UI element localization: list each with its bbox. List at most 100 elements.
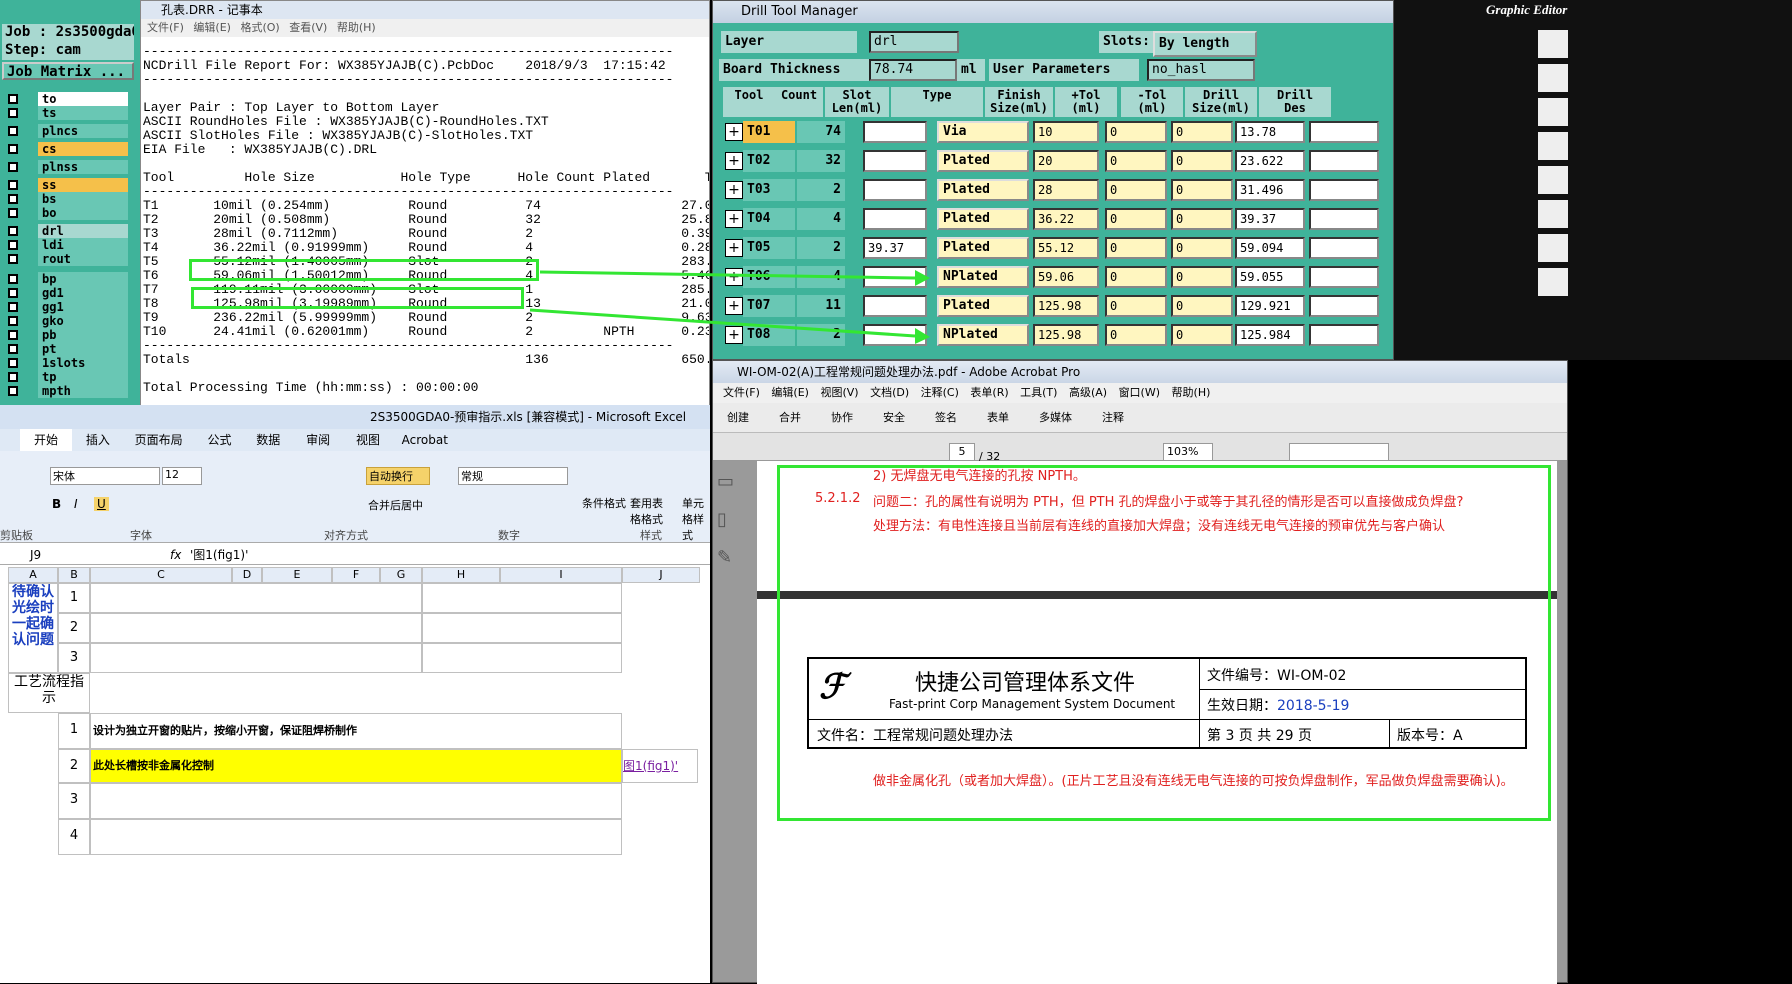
finish-size-input[interactable]: 59.06 xyxy=(1033,266,1099,288)
layer-row-pt[interactable]: pt xyxy=(6,342,128,356)
plus-tol-input[interactable]: 0 xyxy=(1105,208,1167,230)
drill-size-input[interactable]: 13.78 xyxy=(1235,121,1305,143)
type-select[interactable]: Plated xyxy=(937,150,1029,172)
layer-row-ss[interactable]: ss xyxy=(6,178,128,192)
expand-row-button[interactable]: + xyxy=(725,123,743,141)
tab-view[interactable]: 视图 xyxy=(345,429,391,451)
minus-tol-input[interactable]: 0 xyxy=(1171,150,1233,172)
layer-checkbox[interactable] xyxy=(8,316,18,326)
type-select[interactable]: NPlated xyxy=(937,324,1029,346)
tool-button-7[interactable] xyxy=(1538,234,1568,262)
tab-review[interactable]: 审阅 xyxy=(295,429,341,451)
layer-row-gd1[interactable]: gd1 xyxy=(6,286,128,300)
layer-row-plnss[interactable]: plnss xyxy=(6,160,128,174)
tool-button-3[interactable] xyxy=(1538,98,1568,126)
tool-button-1[interactable] xyxy=(1538,30,1568,58)
tool-button-8[interactable] xyxy=(1538,268,1568,296)
plus-tol-input[interactable]: 0 xyxy=(1105,179,1167,201)
name-box[interactable]: J9 xyxy=(30,545,41,565)
merge-center-button[interactable]: 合并后居中 xyxy=(368,497,423,513)
acrobat-menu-item[interactable]: 文档(D) xyxy=(870,386,909,399)
finish-size-input[interactable]: 36.22 xyxy=(1033,208,1099,230)
drill-size-input[interactable]: 129.921 xyxy=(1235,295,1305,317)
conditional-format-button[interactable]: 条件格式 xyxy=(582,495,626,511)
notepad-text-area[interactable]: ----------------------------------------… xyxy=(141,41,709,459)
formula-input[interactable]: '图1(fig1)' xyxy=(190,545,248,565)
tab-formulas[interactable]: 公式 xyxy=(197,429,241,451)
slot-len-input[interactable]: 39.37 xyxy=(863,237,927,259)
layer-row-plncs[interactable]: plncs xyxy=(6,124,128,138)
page-number-input[interactable]: 5 xyxy=(949,443,975,461)
type-select[interactable]: Plated xyxy=(937,295,1029,317)
drill-des-input[interactable] xyxy=(1309,150,1379,172)
layer-row-pb[interactable]: pb xyxy=(6,328,128,342)
acrobat-tool-button[interactable]: 多媒体 xyxy=(1039,411,1072,424)
layer-checkbox[interactable] xyxy=(8,108,18,118)
layer-row-bs[interactable]: bs xyxy=(6,192,128,206)
finish-size-input[interactable]: 10 xyxy=(1033,121,1099,143)
layer-row-bo[interactable]: bo xyxy=(6,206,128,220)
font-name-select[interactable]: 宋体 xyxy=(50,467,160,485)
plus-tol-input[interactable]: 0 xyxy=(1105,266,1167,288)
bold-button[interactable]: B xyxy=(52,497,61,511)
tool-button-5[interactable] xyxy=(1538,166,1568,194)
signatures-icon[interactable]: ✎ xyxy=(717,547,751,577)
minus-tol-input[interactable]: 0 xyxy=(1171,266,1233,288)
layer-checkbox[interactable] xyxy=(8,254,18,264)
finish-size-input[interactable]: 28 xyxy=(1033,179,1099,201)
drill-des-input[interactable] xyxy=(1309,324,1379,346)
type-select[interactable]: Via xyxy=(937,121,1029,143)
acrobat-tool-button[interactable]: 注释 xyxy=(1102,411,1124,424)
layer-checkbox[interactable] xyxy=(8,162,18,172)
layer-row-drl[interactable]: drl xyxy=(6,224,128,238)
minus-tol-input[interactable]: 0 xyxy=(1171,179,1233,201)
minus-tol-input[interactable]: 0 xyxy=(1171,237,1233,259)
layer-checkbox[interactable] xyxy=(8,344,18,354)
layer-checkbox[interactable] xyxy=(8,94,18,104)
slot-len-input[interactable] xyxy=(863,208,927,230)
acrobat-tool-button[interactable]: 安全 xyxy=(883,411,905,424)
drill-des-input[interactable] xyxy=(1309,179,1379,201)
layer-row-rout[interactable]: rout xyxy=(6,252,128,266)
finish-size-input[interactable]: 55.12 xyxy=(1033,237,1099,259)
layer-checkbox[interactable] xyxy=(8,372,18,382)
layer-checkbox[interactable] xyxy=(8,358,18,368)
acrobat-menu-item[interactable]: 高级(A) xyxy=(1069,386,1107,399)
tool-button-4[interactable] xyxy=(1538,132,1568,160)
layer-checkbox[interactable] xyxy=(8,240,18,250)
drill-des-input[interactable] xyxy=(1309,295,1379,317)
layer-row-gko[interactable]: gko xyxy=(6,314,128,328)
acrobat-menu-item[interactable]: 编辑(E) xyxy=(771,386,809,399)
tab-home[interactable]: 开始 xyxy=(20,429,72,451)
layer-checkbox[interactable] xyxy=(8,144,18,154)
plus-tol-input[interactable]: 0 xyxy=(1105,121,1167,143)
layer-row-gg1[interactable]: gg1 xyxy=(6,300,128,314)
font-size-select[interactable]: 12 xyxy=(162,467,202,485)
minus-tol-input[interactable]: 0 xyxy=(1171,121,1233,143)
drill-size-input[interactable]: 59.055 xyxy=(1235,266,1305,288)
acrobat-menu-item[interactable]: 表单(R) xyxy=(970,386,1008,399)
layer-row-tp[interactable]: tp xyxy=(6,370,128,384)
table-format-button[interactable]: 套用表格格式 xyxy=(630,495,670,527)
acrobat-tool-button[interactable]: 创建 xyxy=(727,411,749,424)
acrobat-tool-button[interactable]: 协作 xyxy=(831,411,853,424)
drill-size-input[interactable]: 23.622 xyxy=(1235,150,1305,172)
layer-row-ldi[interactable]: ldi xyxy=(6,238,128,252)
np-menu-format[interactable]: 格式(O) xyxy=(240,21,279,34)
layer-checkbox[interactable] xyxy=(8,330,18,340)
acrobat-tool-button[interactable]: 合并 xyxy=(779,411,801,424)
layer-checkbox[interactable] xyxy=(8,194,18,204)
minus-tol-input[interactable]: 0 xyxy=(1171,324,1233,346)
acrobat-tool-button[interactable]: 表单 xyxy=(987,411,1009,424)
tab-insert[interactable]: 插入 xyxy=(76,429,120,451)
slots-select[interactable]: By length xyxy=(1153,31,1257,57)
np-menu-file[interactable]: 文件(F) xyxy=(147,21,184,34)
layer-row-cs[interactable]: cs xyxy=(6,142,128,156)
acrobat-menu-item[interactable]: 视图(V) xyxy=(820,386,858,399)
expand-row-button[interactable]: + xyxy=(725,181,743,199)
type-select[interactable]: NPlated xyxy=(937,266,1029,288)
slot-len-input[interactable] xyxy=(863,179,927,201)
job-matrix-button[interactable]: Job Matrix ... xyxy=(2,62,134,80)
np-menu-edit[interactable]: 编辑(E) xyxy=(193,21,231,34)
np-menu-help[interactable]: 帮助(H) xyxy=(337,21,376,34)
